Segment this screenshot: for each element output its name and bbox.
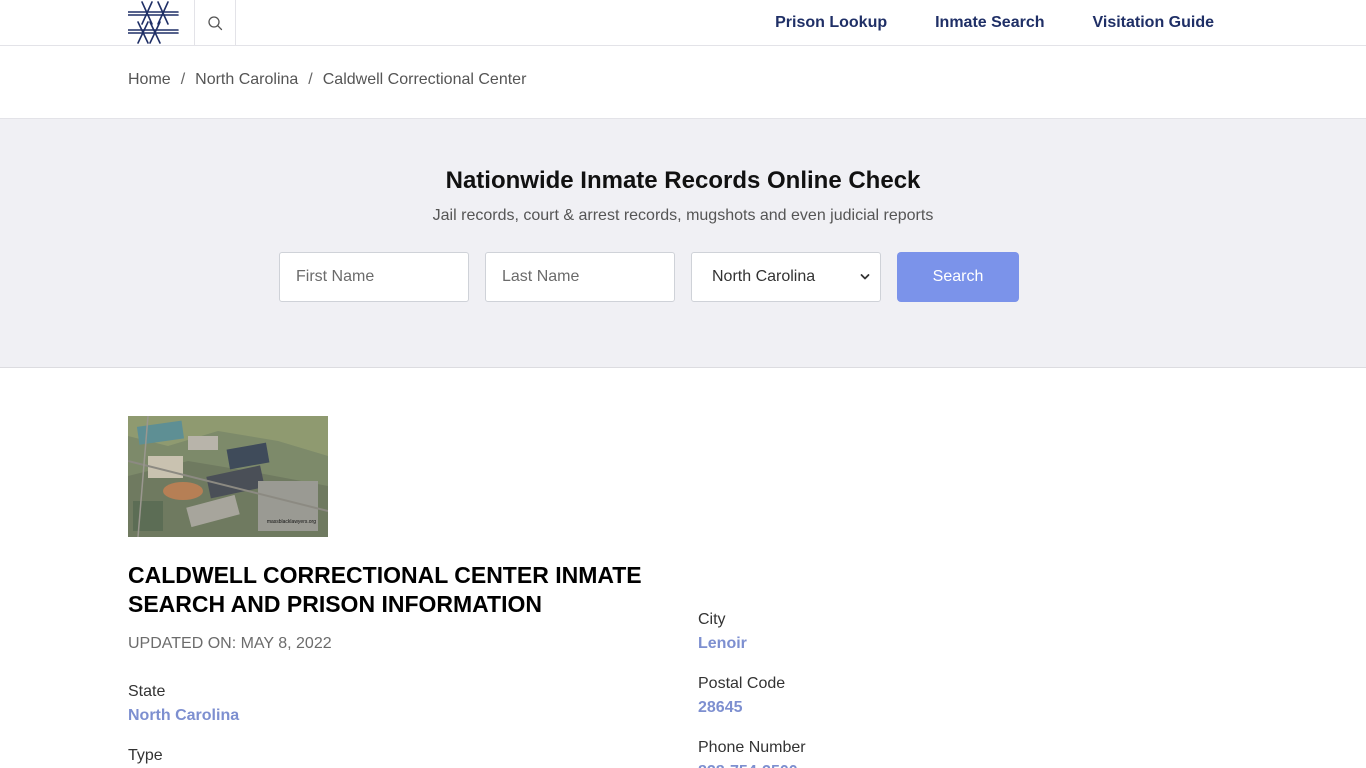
header-search-button[interactable] xyxy=(194,0,236,45)
city-value[interactable]: Lenoir xyxy=(698,635,747,653)
nav-inmate-search[interactable]: Inmate Search xyxy=(935,14,1044,32)
first-name-input[interactable] xyxy=(279,252,469,302)
search-button[interactable]: Search xyxy=(897,252,1019,302)
updated-date: UPDATED ON: MAY 8, 2022 xyxy=(128,635,332,652)
breadcrumb-state[interactable]: North Carolina xyxy=(195,71,298,89)
site-header: Prison Lookup Inmate Search Visitation G… xyxy=(0,0,1366,46)
phone-number-label: Phone Number xyxy=(698,739,806,756)
state-select[interactable]: North Carolina xyxy=(691,252,881,302)
photo-watermark: massblacklawyers.org xyxy=(267,519,316,525)
page-title: CALDWELL CORRECTIONAL CENTER INMATE SEAR… xyxy=(128,562,642,617)
hero-title: Nationwide Inmate Records Online Check xyxy=(445,167,921,194)
type-label: Type xyxy=(128,747,163,764)
state-value[interactable]: North Carolina xyxy=(128,707,239,725)
hero-subtitle: Jail records, court & arrest records, mu… xyxy=(432,207,934,224)
state-select-value: North Carolina xyxy=(712,268,816,285)
nav-prison-lookup[interactable]: Prison Lookup xyxy=(775,14,887,32)
breadcrumb-separator: / xyxy=(308,71,313,88)
chevron-down-icon xyxy=(860,274,870,280)
breadcrumb: Home / North Carolina / Caldwell Correct… xyxy=(128,71,526,89)
breadcrumb-home[interactable]: Home xyxy=(128,71,171,89)
facility-photo: massblacklawyers.org xyxy=(128,416,328,537)
breadcrumb-current: Caldwell Correctional Center xyxy=(322,71,527,88)
postal-code-value[interactable]: 28645 xyxy=(698,699,743,717)
postal-code-label: Postal Code xyxy=(698,675,786,692)
inmate-search-form: North Carolina Search xyxy=(279,252,1019,302)
main-nav: Prison Lookup Inmate Search Visitation G… xyxy=(727,0,1214,45)
barbed-wire-logo-icon[interactable] xyxy=(127,0,194,45)
nav-visitation-guide[interactable]: Visitation Guide xyxy=(1093,14,1215,32)
breadcrumb-separator: / xyxy=(180,71,186,88)
city-label: City xyxy=(698,611,726,628)
state-label: State xyxy=(128,683,166,700)
search-icon xyxy=(208,15,223,30)
phone-number-value[interactable]: 828-754-2500 xyxy=(698,763,798,768)
last-name-input[interactable] xyxy=(485,252,675,302)
search-hero: Nationwide Inmate Records Online Check J… xyxy=(0,118,1366,368)
